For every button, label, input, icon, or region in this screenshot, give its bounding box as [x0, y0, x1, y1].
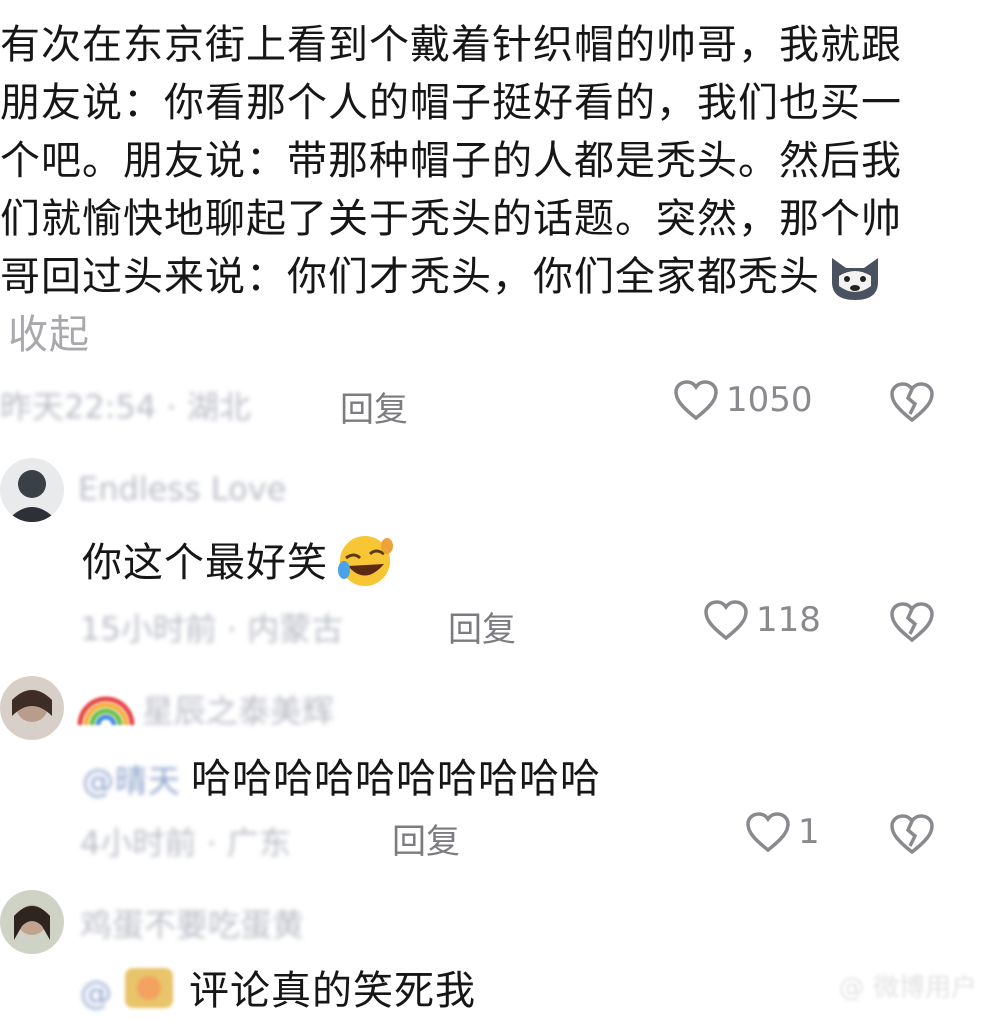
- mention-link[interactable]: @晴天: [82, 756, 181, 802]
- heart-icon: [702, 598, 750, 642]
- avatar[interactable]: [0, 458, 64, 522]
- heart-icon: [744, 810, 792, 854]
- comment-1-reply-button[interactable]: 回复: [448, 602, 516, 651]
- comment-2-meta: 4小时前 · 广东: [80, 818, 291, 864]
- main-comment-like-count: 1050: [726, 380, 813, 420]
- dog-face-emoji-icon: [826, 252, 884, 302]
- rainbow-icon: [76, 687, 136, 731]
- collapse-button[interactable]: 收起: [8, 312, 90, 358]
- mention-link[interactable]: @: [80, 974, 113, 1012]
- comment-1-username[interactable]: Endless Love: [78, 470, 286, 508]
- rolling-laughing-emoji-icon: [334, 534, 396, 588]
- comment-2-like-count: 1: [798, 812, 820, 852]
- main-comment-body: 有次在东京街上看到个戴着针织帽的帅哥，我就跟朋友说：你看那个人的帽子挺好看的，我…: [0, 22, 902, 300]
- dislike-broken-heart-icon[interactable]: [888, 812, 936, 856]
- comment-2-reply-button[interactable]: 回复: [392, 814, 460, 863]
- comment-1-time-location: 15小时前 · 内蒙古: [80, 610, 344, 648]
- comment-3-body: 评论真的笑死我: [189, 968, 476, 1014]
- comment-2-time-location: 4小时前 · 广东: [80, 824, 291, 862]
- avatar[interactable]: [0, 676, 64, 740]
- dislike-broken-heart-icon[interactable]: [888, 600, 936, 644]
- dislike-broken-heart-icon[interactable]: [888, 380, 936, 424]
- comment-1-like-button[interactable]: 118: [702, 598, 821, 642]
- comment-3-username[interactable]: 鸡蛋不要吃蛋黄: [80, 900, 304, 946]
- main-comment-time-location: 昨天22:54 · 湖北: [0, 388, 251, 426]
- comment-1-text: 你这个最好笑: [82, 530, 402, 588]
- main-comment-text: 有次在东京街上看到个戴着针织帽的帅哥，我就跟朋友说：你看那个人的帽子挺好看的，我…: [0, 16, 920, 364]
- comment-2-text: @晴天 哈哈哈哈哈哈哈哈哈哈: [82, 746, 601, 804]
- comment-3-text: @ 评论真的笑死我: [80, 958, 476, 1020]
- main-comment-like-button[interactable]: 1050: [672, 378, 813, 422]
- comment-2-username[interactable]: 星辰之泰美辉: [76, 686, 334, 732]
- main-comment-meta: 昨天22:54 · 湖北: [0, 382, 251, 428]
- username-text: Endless Love: [78, 470, 287, 508]
- heart-icon: [672, 378, 720, 422]
- watermark: @ 微博用户: [838, 973, 977, 1003]
- main-comment-reply-button[interactable]: 回复: [340, 382, 408, 431]
- comment-1-body: 你这个最好笑: [82, 540, 328, 586]
- avatar[interactable]: [0, 890, 64, 954]
- comment-1-like-count: 118: [756, 600, 821, 640]
- comment-2-body: 哈哈哈哈哈哈哈哈哈哈: [191, 756, 602, 802]
- username-text: 星辰之泰美辉: [142, 692, 335, 730]
- comment-1-meta: 15小时前 · 内蒙古: [80, 604, 343, 650]
- username-text: 鸡蛋不要吃蛋黄: [80, 906, 305, 944]
- comment-2-like-button[interactable]: 1: [744, 810, 820, 854]
